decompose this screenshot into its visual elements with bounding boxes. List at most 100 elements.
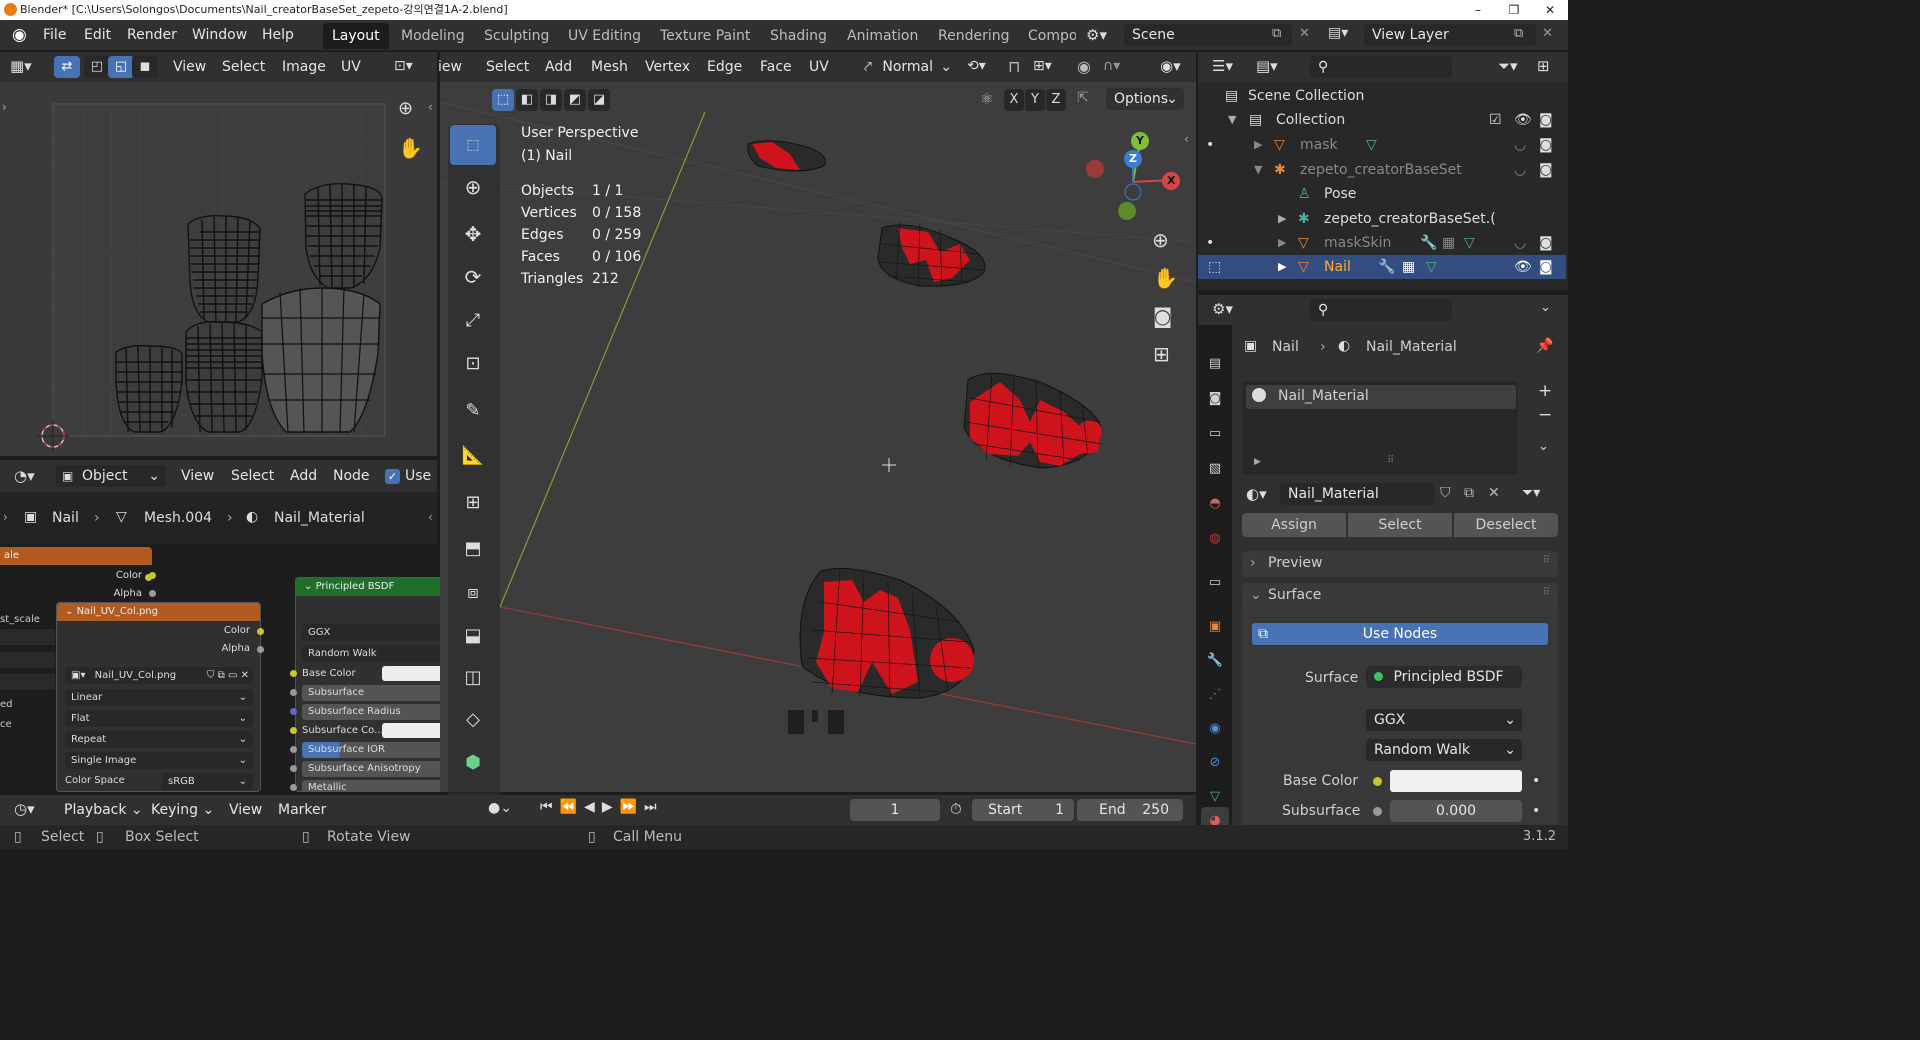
viewport-menu-vertex[interactable]: Vertex [645,53,690,81]
mirror-icon[interactable]: ⚛ [980,90,993,108]
projection-dropdown[interactable]: Flat ⌄ [65,710,253,727]
uv-canvas[interactable]: ⊕ ✋ ‹ › [0,82,437,456]
timer-icon[interactable]: ⏱ [950,800,962,818]
scale-tool-icon[interactable]: ⤢ [450,300,496,340]
float-socket[interactable] [290,746,297,753]
properties-type-icon[interactable]: ⚙▾ [1212,300,1233,318]
viewport-menu-add[interactable]: Add [545,53,572,81]
zoom-icon[interactable]: ⊕ [398,98,413,119]
outliner-row-collection[interactable]: ▼ ▤ Collection ☑ 👁 ◙ [1198,108,1566,132]
tab-compositing[interactable]: Compo [1019,23,1076,49]
chevron-down-icon[interactable]: ⌄ [1540,300,1551,315]
viewport-menu-uv[interactable]: UV [809,53,829,81]
alpha-socket[interactable] [149,590,156,597]
partial-node[interactable]: ale Color Alpha [0,547,152,605]
material-browse-icon[interactable]: ◐▾ [1246,485,1267,503]
base-color-swatch[interactable] [382,666,444,681]
snap-icon[interactable]: ⊓ [1008,57,1020,76]
outliner-search-input[interactable]: ⚲ [1310,56,1452,78]
outliner[interactable]: ▤ Scene Collection ▼ ▤ Collection ☑ 👁 ◙ … [1198,82,1568,290]
outliner-row-armature-data[interactable]: ▶ ✱ zepeto_creatorBaseSet.( [1198,207,1566,231]
timeline-menu-keying[interactable]: Keying ⌄ [151,796,214,824]
resize-handle-icon[interactable]: ⠿ [1387,455,1394,466]
outliner-row-pose[interactable]: ♙ Pose [1198,182,1566,206]
end-frame-field[interactable]: End 250 [1077,799,1183,821]
bsdf-input-metallic[interactable]: Metallic [302,780,444,791]
face-select-icon[interactable]: ◼ [132,56,158,78]
camera-icon[interactable]: ◙ [1539,255,1553,279]
view-layer-icon[interactable]: ▤▾ [1328,25,1348,41]
collection-tab-icon[interactable]: ▭ [1203,569,1227,595]
surface-panel-header[interactable]: ⌄ Surface ⠿ [1242,583,1558,609]
timeline-menu-view[interactable]: View [229,796,262,824]
color-socket[interactable] [149,572,156,579]
knife-tool-icon[interactable]: ◇ [450,699,496,739]
bsdf-input-subsurface-anisotropy[interactable]: Subsurface Anisotropy [302,761,444,777]
snap-target-icon[interactable]: ⊞▾ [1033,58,1052,74]
tab-sculpting[interactable]: Sculpting [475,23,558,49]
proportional-edit-icon[interactable]: ◉ [1077,57,1091,76]
tab-layout[interactable]: Layout [323,23,389,49]
uv-menu-uv[interactable]: UV [341,53,361,81]
timeline-type-icon[interactable]: ◷▾ [14,800,35,818]
principled-bsdf-node[interactable]: ⌄ Principled BSDF GGX Random Walk Base C… [295,577,445,792]
expand-icon[interactable]: ▶ [1254,457,1261,467]
prev-keyframe-icon[interactable]: ⏪ [560,799,577,815]
menu-window[interactable]: Window [192,20,247,50]
object-tab-icon[interactable]: ▣ [1203,613,1227,639]
navigation-gizmo[interactable] [1086,132,1180,220]
scene-selector-icon[interactable]: ⚙▾ [1086,24,1122,46]
outliner-row-maskskin[interactable]: • ▶ ▽ maskSkin 🔧 ▦ ▽ ◡ ◙ [1198,231,1566,255]
select-intersect-icon[interactable]: ◪ [588,89,610,111]
transform-orientation-dropdown[interactable]: ⤤ Normal ⌄ [860,56,956,78]
camera-icon[interactable]: ◙ [1539,133,1553,157]
add-slot-icon[interactable]: + [1538,381,1552,401]
viewport-menu-mesh[interactable]: Mesh [591,53,628,81]
sidebar-toggle-icon[interactable]: ‹ [428,100,433,114]
menu-edit[interactable]: Edit [84,20,111,50]
color-socket[interactable] [290,727,297,734]
viewport-menu-select[interactable]: Select [486,53,529,81]
constraints-tab-icon[interactable]: ⊘ [1203,749,1227,775]
image-texture-node[interactable]: ⌄ Nail_UV_Col.png Color Alpha ▣▾ Nail_UV… [56,602,261,792]
data-tab-icon[interactable]: ▽ [1203,783,1227,809]
select-extend-icon[interactable]: ◧ [516,89,538,111]
tab-modeling[interactable]: Modeling [392,23,474,49]
viewport-menu-edge[interactable]: Edge [707,53,742,81]
scene-name-field[interactable]: Scene [1124,24,1292,46]
viewport-menu-view[interactable]: iew [438,53,462,81]
pan-hand-icon[interactable]: ✋ [1153,266,1178,290]
extension-dropdown[interactable]: Repeat ⌄ [65,731,253,748]
outliner-row-nail[interactable]: ⬚ ▶ ▽ Nail 🔧 ▦ ▽ 👁 ◙ [1198,255,1566,279]
visibility-icon[interactable]: ◉▾ [1160,57,1181,75]
float-socket[interactable] [290,765,297,772]
assign-button[interactable]: Assign [1242,513,1346,537]
cursor-tool-icon[interactable]: ⊕ [450,167,496,207]
tool-tab-icon[interactable]: ▤ [1203,350,1227,376]
mirror-z-toggle[interactable]: Z [1046,89,1066,111]
delete-scene-icon[interactable]: ✕ [1299,26,1310,41]
expand-icon[interactable]: ▼ [1228,108,1236,132]
eye-hidden-icon[interactable]: ◡ [1514,133,1526,157]
distribution-dropdown[interactable]: GGX [302,624,444,641]
alpha-socket[interactable] [257,646,264,653]
pivot-icon[interactable]: ⊡▾ [394,58,413,74]
play-reverse-icon[interactable]: ◀ [584,799,595,815]
source-dropdown[interactable]: Single Image ⌄ [65,752,253,769]
interpolation-dropdown[interactable]: Linear ⌄ [65,689,253,706]
zoom-icon[interactable]: ⊕ [1152,228,1169,252]
unlink-material-icon[interactable]: ✕ [1488,485,1500,501]
vector-socket[interactable] [290,708,297,715]
base-color-swatch[interactable] [1390,770,1522,792]
expand-icon[interactable]: ▼ [1254,158,1262,182]
slot-specials-icon[interactable]: ⌄ [1538,439,1549,454]
perspective-toggle-icon[interactable]: ⊞ [1153,342,1170,366]
checkbox-icon[interactable]: ☑ [1489,108,1502,132]
color-socket[interactable] [257,628,264,635]
duplicate-material-icon[interactable]: ⧉ [1464,485,1474,501]
outliner-row-mask[interactable]: • ▶ ▽ mask ▽ ◡ ◙ [1198,133,1566,157]
material-slot-item[interactable]: Nail_Material [1246,385,1516,409]
fake-user-icon[interactable]: ⛉ [1440,485,1451,501]
keyframe-dot-icon[interactable]: • [1532,773,1540,789]
eye-icon[interactable]: 👁 [1514,108,1532,132]
